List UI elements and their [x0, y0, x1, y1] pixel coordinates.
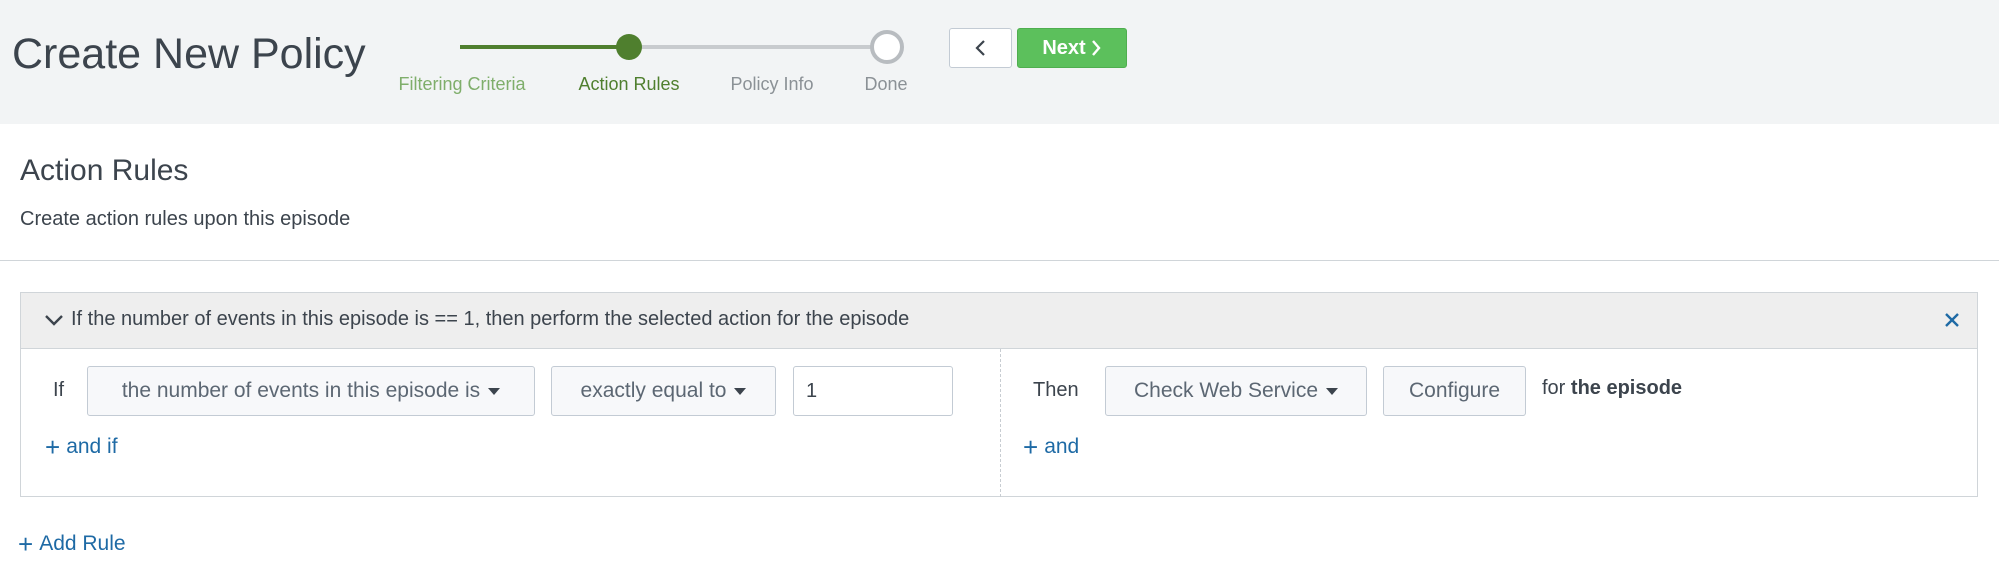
condition-operator-value: exactly equal to	[580, 379, 727, 402]
step-dot-active	[616, 34, 642, 60]
step-action-rules[interactable]: Action Rules	[578, 74, 679, 95]
condition-field-dropdown[interactable]: the number of events in this episode is	[87, 366, 535, 416]
add-action-link[interactable]: + and	[1023, 432, 1080, 462]
rule-summary: If the number of events in this episode …	[71, 308, 910, 330]
add-rule-button[interactable]: + Add Rule	[18, 529, 126, 559]
caret-down-icon	[734, 387, 747, 395]
for-target: the episode	[1570, 377, 1683, 399]
condition-value-input[interactable]	[793, 366, 953, 416]
close-icon[interactable]	[1941, 309, 1963, 331]
step-done[interactable]: Done	[864, 74, 907, 95]
rule-panel: If the number of events in this episode …	[20, 292, 1978, 497]
chevron-right-icon	[1091, 40, 1101, 56]
section-title: Action Rules	[20, 154, 189, 187]
rule-header[interactable]: If the number of events in this episode …	[21, 293, 1977, 349]
column-divider	[1000, 349, 1001, 497]
caret-down-icon	[488, 387, 501, 395]
for-prefix: for	[1542, 377, 1566, 399]
condition-operator-dropdown[interactable]: exactly equal to	[551, 366, 776, 416]
step-dot-done	[870, 30, 904, 64]
stepper-track	[460, 30, 904, 64]
back-button[interactable]	[949, 28, 1012, 68]
if-label: If	[53, 379, 65, 401]
for-target-text: for the episode	[1542, 377, 1682, 400]
caret-down-icon	[1326, 387, 1339, 395]
progress-stepper: Filtering Criteria Action Rules Policy I…	[380, 20, 940, 100]
action-value: Check Web Service	[1133, 379, 1319, 402]
step-filtering-criteria[interactable]: Filtering Criteria	[398, 74, 525, 95]
step-policy-info[interactable]: Policy Info	[730, 74, 813, 95]
plus-icon: +	[1023, 432, 1039, 462]
configure-button[interactable]: Configure	[1383, 366, 1526, 416]
configure-label: Configure	[1408, 379, 1501, 402]
page-header: Create New Policy Filtering Criteria Act…	[0, 0, 1999, 124]
plus-icon: +	[45, 432, 61, 462]
section-description: Create action rules upon this episode	[20, 208, 351, 230]
add-action-label: and	[1044, 435, 1080, 458]
add-condition-link[interactable]: + and if	[45, 432, 118, 462]
then-label: Then	[1033, 379, 1079, 401]
chevron-down-icon[interactable]	[43, 309, 65, 331]
action-dropdown[interactable]: Check Web Service	[1105, 366, 1367, 416]
add-rule-label: Add Rule	[39, 532, 126, 555]
add-condition-label: and if	[66, 435, 118, 458]
chevron-left-icon	[974, 40, 985, 56]
page-title: Create New Policy	[12, 30, 366, 78]
section-divider	[0, 260, 1999, 261]
next-button[interactable]: Next	[1017, 28, 1127, 68]
condition-field-value: the number of events in this episode is	[121, 379, 481, 402]
plus-icon: +	[18, 529, 34, 559]
next-button-label: Next	[1042, 36, 1086, 59]
